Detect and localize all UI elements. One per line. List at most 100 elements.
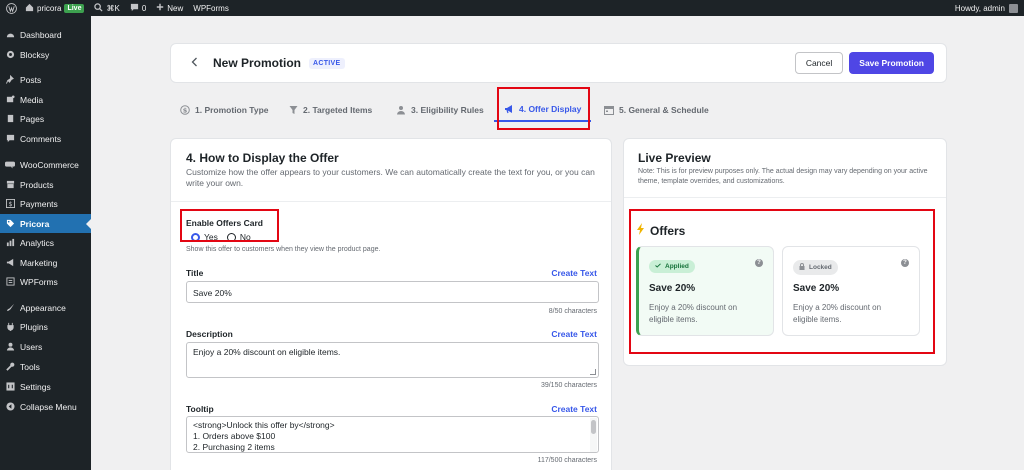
description-create-text-link[interactable]: Create Text <box>551 329 597 339</box>
sidebar-item-appearance[interactable]: Appearance <box>0 298 91 317</box>
tab-offer-display[interactable]: 4. Offer Display <box>494 98 592 122</box>
dollar-icon: $ <box>5 199 15 209</box>
tab-targeted-items[interactable]: 2. Targeted Items <box>288 98 372 122</box>
site-name-link[interactable]: pricora Live <box>25 3 85 14</box>
description-textarea-value: Enjoy a 20% discount on eligible items. <box>193 347 341 357</box>
applied-badge: Applied <box>649 260 695 273</box>
bar-chart-icon <box>5 238 15 248</box>
sidebar-item-pricora[interactable]: Pricora <box>0 214 91 233</box>
offer-name: Save 20% <box>649 283 696 294</box>
sidebar-item-label: Blocksy <box>20 49 50 60</box>
offer-card-locked[interactable]: Locked ? Save 20% Enjoy a 20% discount o… <box>782 246 920 336</box>
scrollbar-thumb[interactable] <box>591 420 596 434</box>
sidebar-item-label: Appearance <box>20 302 66 313</box>
tooltip-line: 2. Purchasing 2 items <box>193 442 275 452</box>
tab-eligibility-rules[interactable]: 3. Eligibility Rules <box>396 98 484 122</box>
title-counter: 8/50 characters <box>548 308 597 315</box>
title-input[interactable]: Save 20% <box>186 281 599 303</box>
divider <box>171 201 611 202</box>
dollar-circle-icon: $ <box>180 105 190 115</box>
wpforms-bar-link[interactable]: WPForms <box>193 4 229 13</box>
blocksy-icon <box>5 50 15 60</box>
command-search[interactable]: ⌘K <box>94 2 120 14</box>
sidebar-item-comments[interactable]: Comments <box>0 129 91 148</box>
enable-offers-label: Enable Offers Card <box>186 218 263 228</box>
home-icon <box>25 3 34 14</box>
forms-icon <box>5 277 15 287</box>
new-content-link[interactable]: New <box>156 3 183 13</box>
sidebar-item-settings[interactable]: Settings <box>0 377 91 396</box>
account-menu[interactable]: Howdy, admin <box>954 3 1018 13</box>
sidebar-item-label: Collapse Menu <box>20 401 77 412</box>
tab-general-schedule[interactable]: 5. General & Schedule <box>604 98 709 122</box>
collapse-menu-button[interactable]: Collapse Menu <box>0 397 91 416</box>
sidebar-item-users[interactable]: Users <box>0 337 91 356</box>
help-icon[interactable]: ? <box>901 259 909 267</box>
sidebar-item-analytics[interactable]: Analytics <box>0 233 91 252</box>
cancel-button[interactable]: Cancel <box>794 52 844 74</box>
sidebar-item-wpforms[interactable]: WPForms <box>0 272 91 291</box>
page-icon <box>5 114 15 124</box>
resize-handle-icon[interactable] <box>590 369 596 375</box>
live-preview-panel: Live Preview Note: This is for preview p… <box>623 138 947 366</box>
wordpress-logo-icon[interactable] <box>3 0 19 16</box>
yes-radio[interactable] <box>191 232 200 242</box>
sidebar-item-woocommerce[interactable]: WooCommerce <box>0 155 91 174</box>
sidebar-item-posts[interactable]: Posts <box>0 70 91 89</box>
tooltip-textarea[interactable]: <strong>Unlock this offer by</strong> 1.… <box>186 416 599 453</box>
sidebar-item-blocksy[interactable]: Blocksy <box>0 45 91 64</box>
page-title: New Promotion <box>213 56 302 70</box>
woo-icon <box>5 160 15 170</box>
comments-link[interactable]: 0 <box>130 3 146 14</box>
wpforms-bar-label: WPForms <box>193 3 229 13</box>
step-tabs: $ 1. Promotion Type 2. Targeted Items 3.… <box>170 98 947 124</box>
brush-icon <box>5 303 15 313</box>
section-description: Customize how the offer appears to your … <box>186 167 595 188</box>
tooltip-scrollbar[interactable] <box>590 418 597 452</box>
sidebar-item-label: Users <box>20 341 43 352</box>
sidebar-item-plugins[interactable]: Plugins <box>0 317 91 336</box>
admin-sidebar: Dashboard Blocksy Posts Media Pages Comm… <box>0 16 91 470</box>
sidebar-item-dashboard[interactable]: Dashboard <box>0 25 91 44</box>
offer-card-applied[interactable]: Applied ? Save 20% Enjoy a 20% discount … <box>636 246 774 336</box>
tooltip-create-text-link[interactable]: Create Text <box>551 404 597 414</box>
status-badge: ACTIVE <box>309 57 345 69</box>
live-badge: Live <box>64 3 85 13</box>
description-textarea[interactable]: Enjoy a 20% discount on eligible items. <box>186 342 599 378</box>
sidebar-item-marketing[interactable]: Marketing <box>0 253 91 272</box>
description-label: Description <box>186 329 233 339</box>
description-counter: 39/150 characters <box>540 382 597 389</box>
no-radio[interactable] <box>226 232 236 242</box>
sidebar-item-products[interactable]: Products <box>0 175 91 194</box>
collapse-icon <box>5 402 15 412</box>
title-create-text-link[interactable]: Create Text <box>551 268 597 278</box>
user-group-icon <box>396 105 406 115</box>
tooltip-counter: 117/500 characters <box>537 457 597 464</box>
sidebar-item-label: WooCommerce <box>20 159 79 170</box>
sidebar-item-payments[interactable]: $ Payments <box>0 194 91 213</box>
sidebar-item-label: Posts <box>20 74 42 85</box>
check-icon <box>655 263 661 270</box>
sidebar-item-label: Dashboard <box>20 29 62 40</box>
comments-count: 0 <box>141 3 147 13</box>
preview-note: Note: This is for preview purposes only.… <box>638 168 928 185</box>
chevron-left-icon[interactable] <box>191 56 205 70</box>
applied-badge-label: Applied <box>665 263 689 270</box>
megaphone-icon <box>5 258 15 268</box>
dashboard-icon <box>5 30 15 40</box>
tab-promotion-type[interactable]: $ 1. Promotion Type <box>180 98 269 122</box>
sidebar-item-label: Products <box>20 179 54 190</box>
locked-badge-label: Locked <box>809 264 832 271</box>
locked-badge: Locked <box>793 260 838 275</box>
user-icon <box>5 342 15 352</box>
tab-label: 1. Promotion Type <box>195 105 269 115</box>
sidebar-item-tools[interactable]: Tools <box>0 357 91 376</box>
sidebar-item-media[interactable]: Media <box>0 90 91 109</box>
no-label: No <box>239 232 251 242</box>
enable-offers-helper: Show this offer to customers when they v… <box>186 246 381 253</box>
howdy-label: Howdy, admin <box>954 3 1005 13</box>
tab-label: 3. Eligibility Rules <box>411 105 484 115</box>
save-promotion-button[interactable]: Save Promotion <box>849 52 934 74</box>
sidebar-item-pages[interactable]: Pages <box>0 109 91 128</box>
help-icon[interactable]: ? <box>755 259 763 267</box>
